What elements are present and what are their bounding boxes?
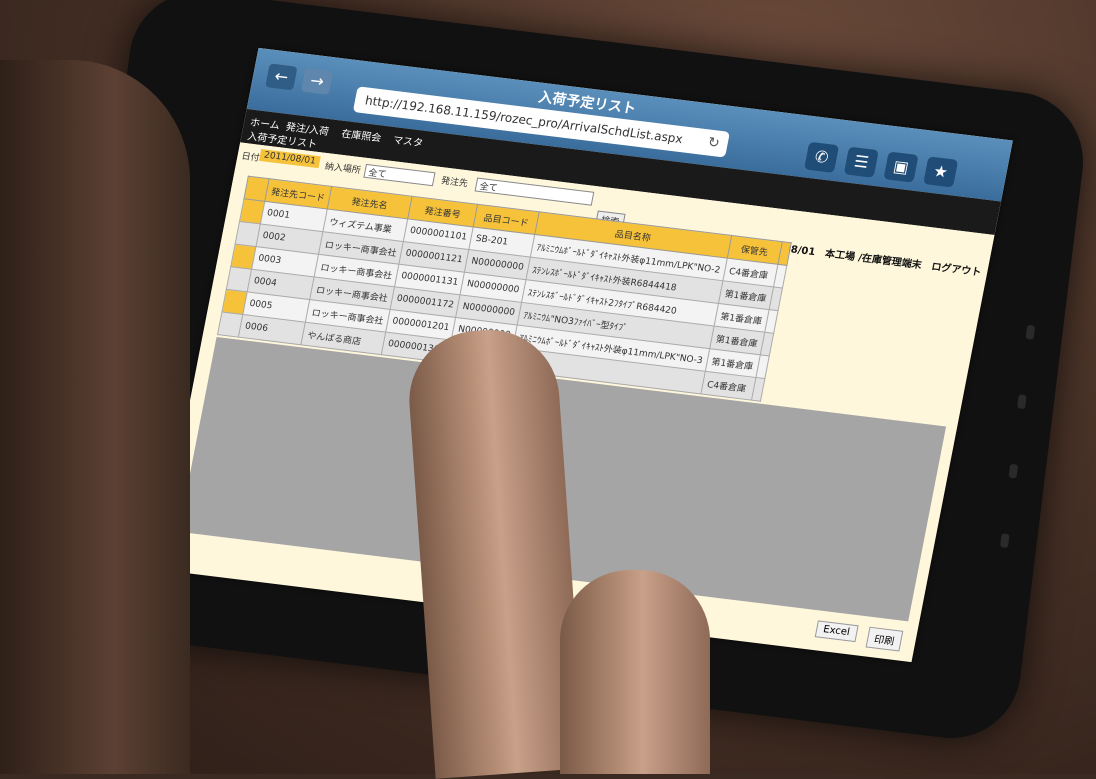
warehouse-label: 納入場所 — [323, 161, 362, 177]
cell-storage: C4番倉庫 — [700, 371, 756, 401]
pointing-hand-knuckle — [560, 570, 710, 774]
window-icon[interactable]: ▣ — [883, 151, 919, 183]
tablet-screen: ← → 入荷予定リスト http://192.168.11.159/rozec_… — [157, 47, 1013, 663]
tablet-button — [999, 533, 1010, 549]
supplier-label: 発注先 — [439, 176, 469, 190]
phone-icon[interactable]: ✆ — [804, 141, 840, 173]
menu-item-stock[interactable]: 在庫照会 — [340, 125, 383, 145]
refresh-icon[interactable]: ↻ — [705, 130, 722, 157]
pointing-finger — [404, 325, 586, 779]
warehouse-select[interactable]: 全て — [363, 163, 436, 187]
tablet-button — [1017, 394, 1027, 410]
tablet-button — [1025, 324, 1036, 340]
print-button[interactable]: 印刷 — [865, 626, 904, 652]
memo-icon[interactable]: ☰ — [843, 146, 879, 178]
forward-icon[interactable]: → — [300, 67, 334, 95]
menu-item-master[interactable]: マスタ — [392, 131, 425, 149]
tablet-button — [1008, 463, 1019, 479]
holding-hand — [0, 60, 190, 774]
favorite-icon[interactable]: ★ — [923, 156, 959, 188]
date-field[interactable]: 2011/08/01 — [258, 149, 321, 169]
back-icon[interactable]: ← — [265, 63, 298, 91]
excel-button[interactable]: Excel — [814, 620, 859, 643]
date-label: 日付 — [240, 151, 261, 164]
